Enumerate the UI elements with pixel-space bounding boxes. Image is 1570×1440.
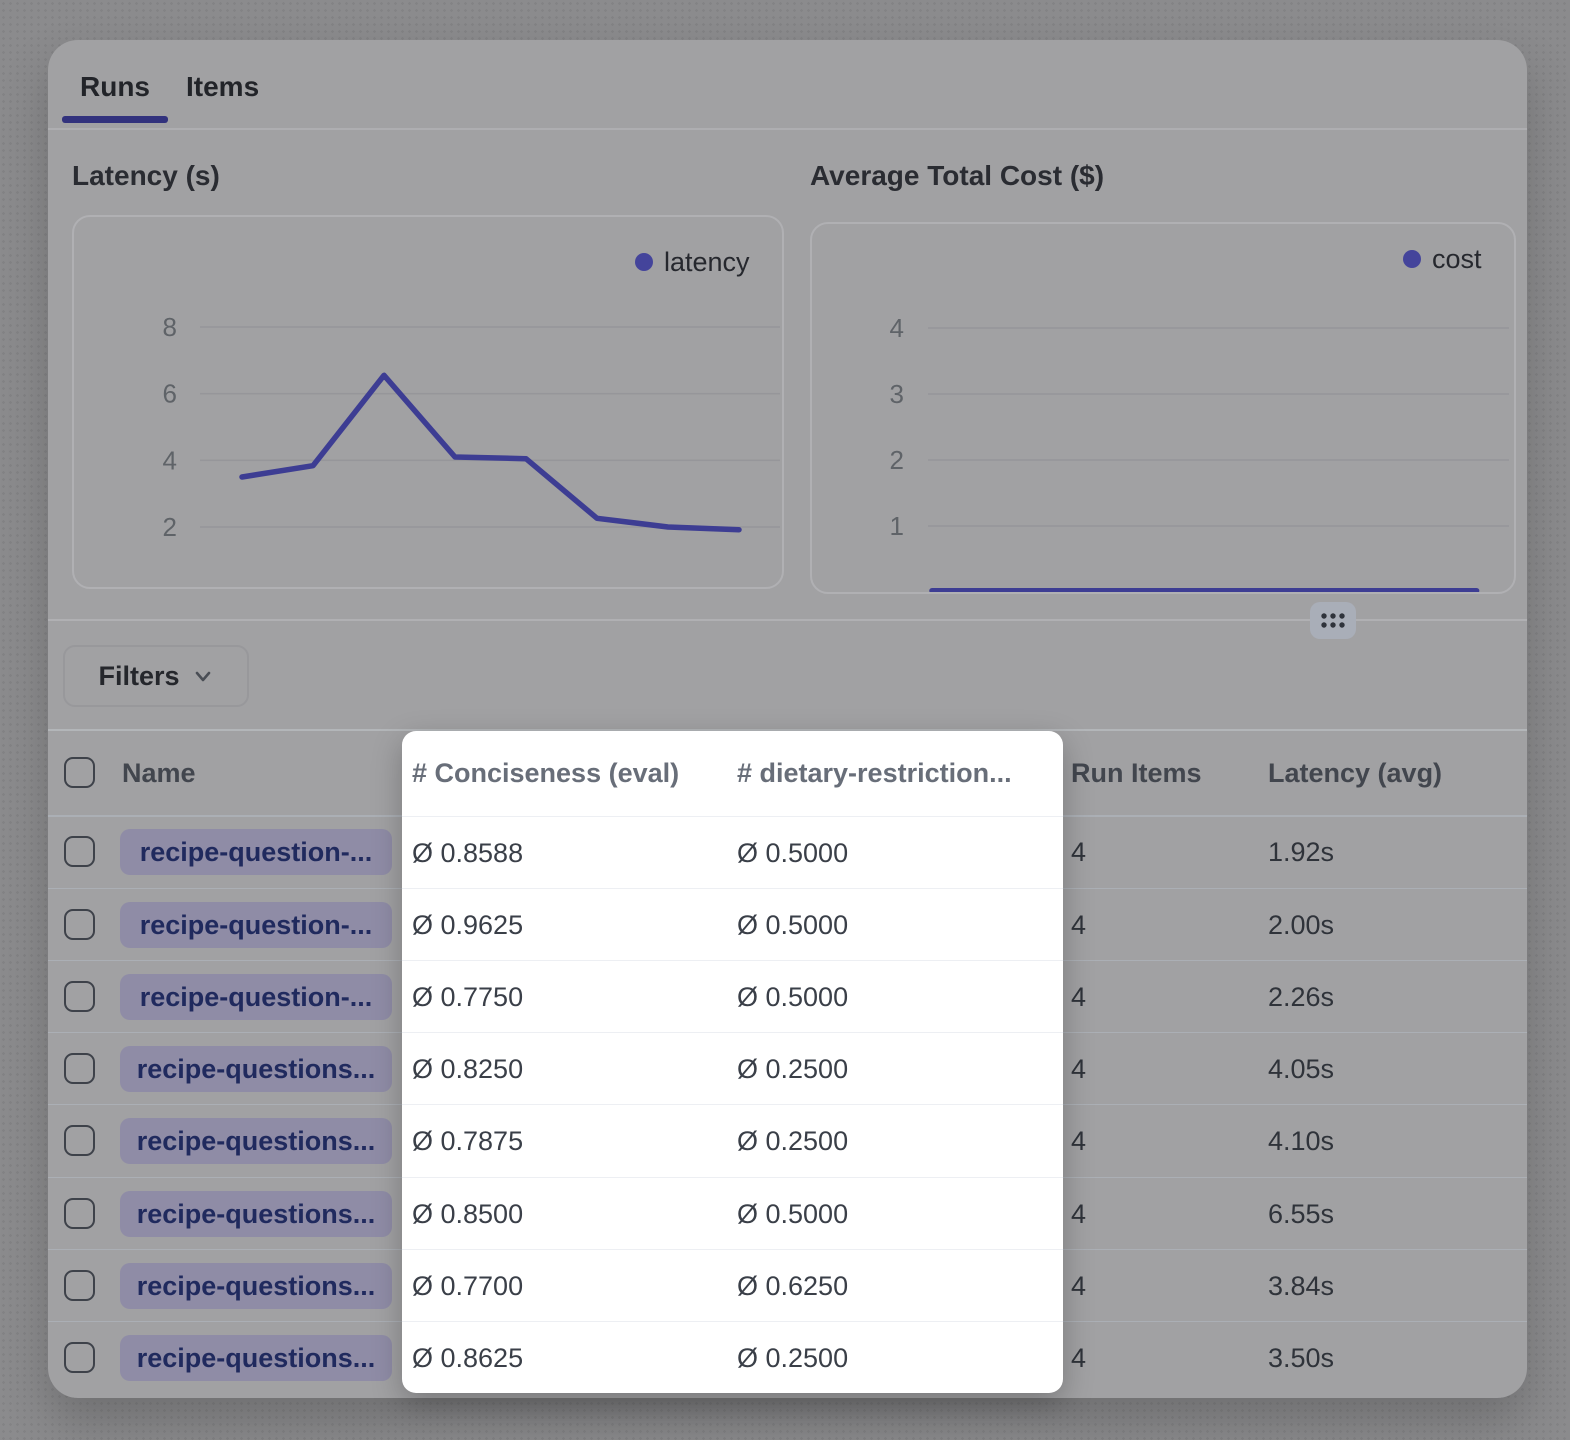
latency-cell: 2.26s (1268, 961, 1334, 1033)
row-checkbox[interactable] (64, 981, 95, 1012)
conciseness-cell: Ø 0.8588 (412, 817, 523, 889)
y-axis-tick-label: 6 (163, 379, 177, 409)
run-items-cell: 4 (1071, 1250, 1086, 1322)
latency-line-chart: latency 2 4 6 8 (74, 217, 782, 587)
dietary-cell: Ø 0.5000 (737, 889, 848, 961)
column-header-run-items[interactable]: Run Items (1071, 730, 1202, 816)
conciseness-cell: Ø 0.8625 (412, 1322, 523, 1394)
cost-chart-title: Average Total Cost ($) (810, 160, 1104, 192)
conciseness-cell: Ø 0.8500 (412, 1178, 523, 1250)
spotlight-row: Ø 0.7875 Ø 0.2500 (402, 1104, 1063, 1177)
spotlight-row: Ø 0.9625 Ø 0.5000 (402, 888, 1063, 961)
section-divider (48, 619, 1527, 621)
row-checkbox[interactable] (64, 909, 95, 940)
conciseness-cell: Ø 0.7875 (412, 1105, 523, 1177)
select-all-checkbox[interactable] (64, 757, 95, 788)
dietary-cell: Ø 0.5000 (737, 817, 848, 889)
run-name-badge[interactable]: recipe-question-... (120, 902, 392, 948)
dietary-cell: Ø 0.2500 (737, 1105, 848, 1177)
latency-chart-container: latency 2 4 6 8 (72, 215, 784, 589)
run-items-cell: 4 (1071, 1105, 1086, 1177)
dietary-cell: Ø 0.5000 (737, 1178, 848, 1250)
spotlight-row: Ø 0.8500 Ø 0.5000 (402, 1177, 1063, 1250)
conciseness-cell: Ø 0.7750 (412, 961, 523, 1033)
dietary-cell: Ø 0.5000 (737, 961, 848, 1033)
chevron-down-icon (192, 665, 214, 687)
row-checkbox[interactable] (64, 1053, 95, 1084)
run-items-cell: 4 (1071, 1178, 1086, 1250)
column-header-dietary-restriction[interactable]: # dietary-restriction... (737, 731, 1012, 816)
spotlight-row: Ø 0.8250 Ø 0.2500 (402, 1032, 1063, 1105)
run-items-cell: 4 (1071, 1322, 1086, 1394)
row-checkbox[interactable] (64, 1125, 95, 1156)
tab-runs[interactable]: Runs (80, 71, 150, 103)
y-axis-tick-label: 4 (890, 313, 904, 343)
y-axis-tick-label: 1 (890, 511, 904, 541)
latency-cell: 3.84s (1268, 1250, 1334, 1322)
run-name-badge[interactable]: recipe-questions... (120, 1046, 392, 1092)
column-header-name[interactable]: Name (122, 730, 196, 816)
row-checkbox[interactable] (64, 1270, 95, 1301)
run-items-cell: 4 (1071, 816, 1086, 888)
latency-legend-label[interactable]: latency (664, 247, 750, 277)
conciseness-cell: Ø 0.8250 (412, 1033, 523, 1105)
run-name-badge[interactable]: recipe-question-... (120, 829, 392, 875)
filters-button-label: Filters (98, 661, 179, 692)
run-name-badge[interactable]: recipe-question-... (120, 974, 392, 1020)
run-items-cell: 4 (1071, 1033, 1086, 1105)
y-axis-tick-label: 4 (163, 445, 177, 475)
run-name-badge[interactable]: recipe-questions... (120, 1263, 392, 1309)
latency-cell: 1.92s (1268, 816, 1334, 888)
column-header-conciseness[interactable]: # Conciseness (eval) (412, 731, 679, 816)
row-checkbox[interactable] (64, 836, 95, 867)
latency-data-line (242, 375, 739, 529)
grid-dots-icon (1310, 602, 1356, 639)
latency-cell: 2.00s (1268, 889, 1334, 961)
y-axis-tick-label: 2 (890, 445, 904, 475)
row-checkbox[interactable] (64, 1342, 95, 1373)
column-header-latency[interactable]: Latency (avg) (1268, 730, 1442, 816)
page-background: Runs Items Latency (s) Average Total Cos… (0, 0, 1570, 1440)
filters-button[interactable]: Filters (63, 645, 249, 707)
run-items-cell: 4 (1071, 889, 1086, 961)
row-checkbox[interactable] (64, 1198, 95, 1229)
y-axis-tick-label: 8 (163, 312, 177, 342)
conciseness-cell: Ø 0.7700 (412, 1250, 523, 1322)
active-tab-indicator (62, 116, 168, 123)
tab-items[interactable]: Items (186, 71, 259, 103)
spotlight-row: Ø 0.8588 Ø 0.5000 (402, 816, 1063, 889)
y-axis-tick-label: 3 (890, 379, 904, 409)
spotlight-row: Ø 0.8625 Ø 0.2500 (402, 1321, 1063, 1394)
tabs-divider (48, 128, 1527, 130)
highlighted-eval-columns: # Conciseness (eval) # dietary-restricti… (402, 731, 1063, 1393)
dietary-cell: Ø 0.2500 (737, 1033, 848, 1105)
cost-legend-label[interactable]: cost (1432, 244, 1482, 274)
dietary-cell: Ø 0.6250 (737, 1250, 848, 1322)
cost-chart-container: cost 1 2 3 4 (810, 222, 1516, 594)
cost-line-chart: cost 1 2 3 4 (812, 224, 1514, 592)
latency-cell: 4.10s (1268, 1105, 1334, 1177)
dietary-cell: Ø 0.2500 (737, 1322, 848, 1394)
drag-handle-icon[interactable] (1310, 602, 1356, 639)
latency-cell: 6.55s (1268, 1178, 1334, 1250)
latency-legend-dot (635, 253, 653, 271)
y-axis-tick-label: 2 (163, 512, 177, 542)
run-name-badge[interactable]: recipe-questions... (120, 1335, 392, 1381)
run-name-badge[interactable]: recipe-questions... (120, 1191, 392, 1237)
conciseness-cell: Ø 0.9625 (412, 889, 523, 961)
latency-cell: 4.05s (1268, 1033, 1334, 1105)
latency-cell: 3.50s (1268, 1322, 1334, 1394)
spotlight-row: Ø 0.7700 Ø 0.6250 (402, 1249, 1063, 1322)
run-items-cell: 4 (1071, 961, 1086, 1033)
run-name-badge[interactable]: recipe-questions... (120, 1118, 392, 1164)
cost-legend-dot (1403, 250, 1421, 268)
latency-chart-title: Latency (s) (72, 160, 220, 192)
spotlight-row: Ø 0.7750 Ø 0.5000 (402, 960, 1063, 1033)
